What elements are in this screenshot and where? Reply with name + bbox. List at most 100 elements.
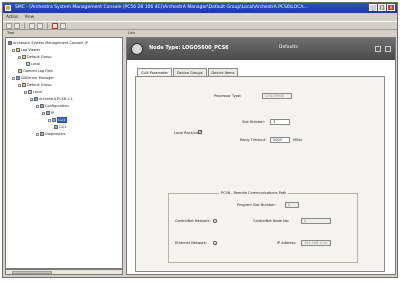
controlnet-label: ControlNet Network: [175, 219, 211, 223]
tree-node-archestra[interactable]: ArchestrA.PCS6.1.1 [30, 96, 73, 102]
banner-actions [375, 46, 391, 52]
tree-node-label: Log Viewer [21, 48, 41, 52]
tree-node-opened-log-files[interactable]: Opened Log Files [18, 68, 53, 74]
toolbar-separator [47, 22, 48, 29]
collapse-icon[interactable] [30, 97, 33, 101]
back-arrow-icon[interactable] [6, 22, 12, 29]
device-icon [52, 118, 56, 122]
tree-node-diagnostics[interactable]: Diagnostics [36, 131, 65, 137]
diagnostics-icon [40, 132, 44, 136]
expand-icon[interactable] [36, 132, 39, 136]
parameters-panel: Processor Type: LOGO5600 Local Rack/slot… [135, 76, 385, 272]
tree-node-label: IP [51, 111, 55, 115]
server-icon [16, 76, 20, 80]
tab-device-items[interactable]: Device Items [207, 68, 239, 76]
tab-cli6-parameter[interactable]: CLI6 Parameter [137, 68, 172, 76]
folder-icon [22, 55, 26, 59]
app-icon [5, 5, 11, 11]
ethernet-label: Ethernet Network: [175, 241, 207, 245]
controlnet-node-input[interactable]: 0 [301, 218, 331, 224]
log-viewer-icon [16, 48, 20, 52]
folder-icon [22, 83, 26, 87]
up-folder-icon[interactable] [29, 22, 35, 29]
folder-icon [18, 69, 22, 73]
menu-action[interactable]: Action [6, 13, 19, 21]
reply-timeout-label: Reply Timeout: [240, 138, 267, 142]
tree-node-selected[interactable]: CLI1 [48, 117, 67, 123]
tree-node-label: Local [31, 62, 41, 66]
node-type-title: Node Type: LOGO5600_PCS6 [149, 45, 229, 51]
controlnet-node-label: ControlNet Node No: [253, 219, 290, 223]
ethernet-radio[interactable] [213, 241, 217, 245]
console-icon [8, 41, 12, 45]
tree-node-root[interactable]: ArchestrA System Management Console (P [8, 40, 88, 46]
local-rack-checkbox[interactable]: ✓ [198, 130, 202, 134]
menu-bar: Action View [3, 13, 397, 21]
tree-node-local[interactable]: Local [26, 61, 40, 67]
ip-address-label: IP Address: [277, 241, 297, 245]
save-icon[interactable] [375, 46, 381, 52]
tree-node-label: CLI1 [57, 117, 67, 123]
collapse-icon[interactable] [42, 111, 45, 115]
processor-type-label: Processor Type: [214, 94, 242, 98]
forward-arrow-icon[interactable] [14, 22, 20, 29]
collapse-icon[interactable] [24, 90, 27, 94]
tree-node-default-group[interactable]: Default Group [18, 82, 52, 88]
close-button[interactable]: × [387, 4, 395, 11]
collapse-icon[interactable] [12, 48, 15, 52]
collapse-icon[interactable] [18, 55, 21, 59]
tree-node-label: Local [33, 90, 43, 94]
tree-node-log-viewer[interactable]: Log Viewer [12, 47, 40, 53]
show-tree-icon[interactable] [37, 22, 43, 29]
slot-number-label: Slot Number: [242, 120, 265, 124]
delete-icon[interactable] [385, 46, 391, 52]
toolbar [3, 21, 397, 30]
collapse-icon[interactable] [12, 76, 15, 80]
tab-device-groups[interactable]: Device Groups [172, 68, 207, 76]
computer-icon [28, 90, 32, 94]
tree-horizontal-scrollbar[interactable] [5, 269, 123, 275]
tree-pane-header: Tree [7, 31, 15, 35]
tree-node-label: Opened Log Files [23, 69, 53, 73]
maximize-button[interactable]: □ [378, 4, 386, 11]
scrollbar-thumb[interactable] [12, 271, 52, 274]
defaults-label: Defaults [279, 45, 298, 50]
tree-node-local[interactable]: Local [24, 89, 42, 95]
tree-node-label: ArchestrA.PCS6.1.1 [39, 97, 73, 101]
program-slot-input[interactable]: 0 [285, 202, 299, 208]
collapse-icon[interactable] [48, 118, 51, 122]
collapse-icon[interactable] [18, 83, 21, 87]
tree-node-label: Default Group [27, 55, 52, 59]
console-tree: ArchestrA System Management Console (P L… [5, 37, 123, 269]
tree-node-label: Default Group [27, 83, 52, 87]
window-title: SMC - [Archestra System Management Conso… [15, 5, 308, 10]
tree-node-label: Diagnostics [45, 132, 66, 136]
minimize-button[interactable]: _ [369, 4, 377, 11]
menu-view[interactable]: View [25, 13, 35, 21]
details-pane-header: Link [128, 31, 136, 35]
tree-node-configuration[interactable]: Configuration [36, 103, 69, 109]
computer-icon [26, 62, 30, 66]
delete-icon[interactable] [52, 22, 58, 29]
tree-node-label: Configuration [45, 104, 69, 108]
tree-node-label: ArchestrA System Management Console (P [13, 41, 89, 45]
tree-node-device[interactable]: CLI1 [54, 124, 67, 130]
remote-path-group: PC56 - Remote Communications Path Progra… [168, 191, 358, 263]
node-banner: Node Type: LOGO5600_PCS6 Defaults [127, 38, 395, 60]
app-window: SMC - [Archestra System Management Conso… [2, 2, 398, 278]
tree-node-daserver-manager[interactable]: DAServer Manager [12, 75, 54, 81]
daserver-icon [34, 97, 38, 101]
tree-node-default-group[interactable]: Default Group [18, 54, 52, 60]
properties-icon[interactable] [60, 22, 66, 29]
slot-number-input[interactable]: 3 [270, 119, 290, 125]
tab-strip: CLI6 Parameter Device Groups Device Item… [137, 68, 239, 76]
title-bar[interactable]: SMC - [Archestra System Management Conso… [3, 3, 397, 13]
tree-node-ip[interactable]: IP [42, 110, 54, 116]
node-type-icon [131, 43, 143, 55]
program-slot-label: Program Slot Number: [237, 203, 276, 207]
reply-timeout-input[interactable]: 5000 [270, 137, 290, 143]
details-pane: Node Type: LOGO5600_PCS6 Defaults CLI6 P… [126, 37, 396, 275]
controlnet-radio[interactable] [213, 219, 217, 223]
collapse-icon[interactable] [36, 104, 39, 108]
ip-address-input[interactable]: 192.168.0.10 [301, 240, 331, 246]
